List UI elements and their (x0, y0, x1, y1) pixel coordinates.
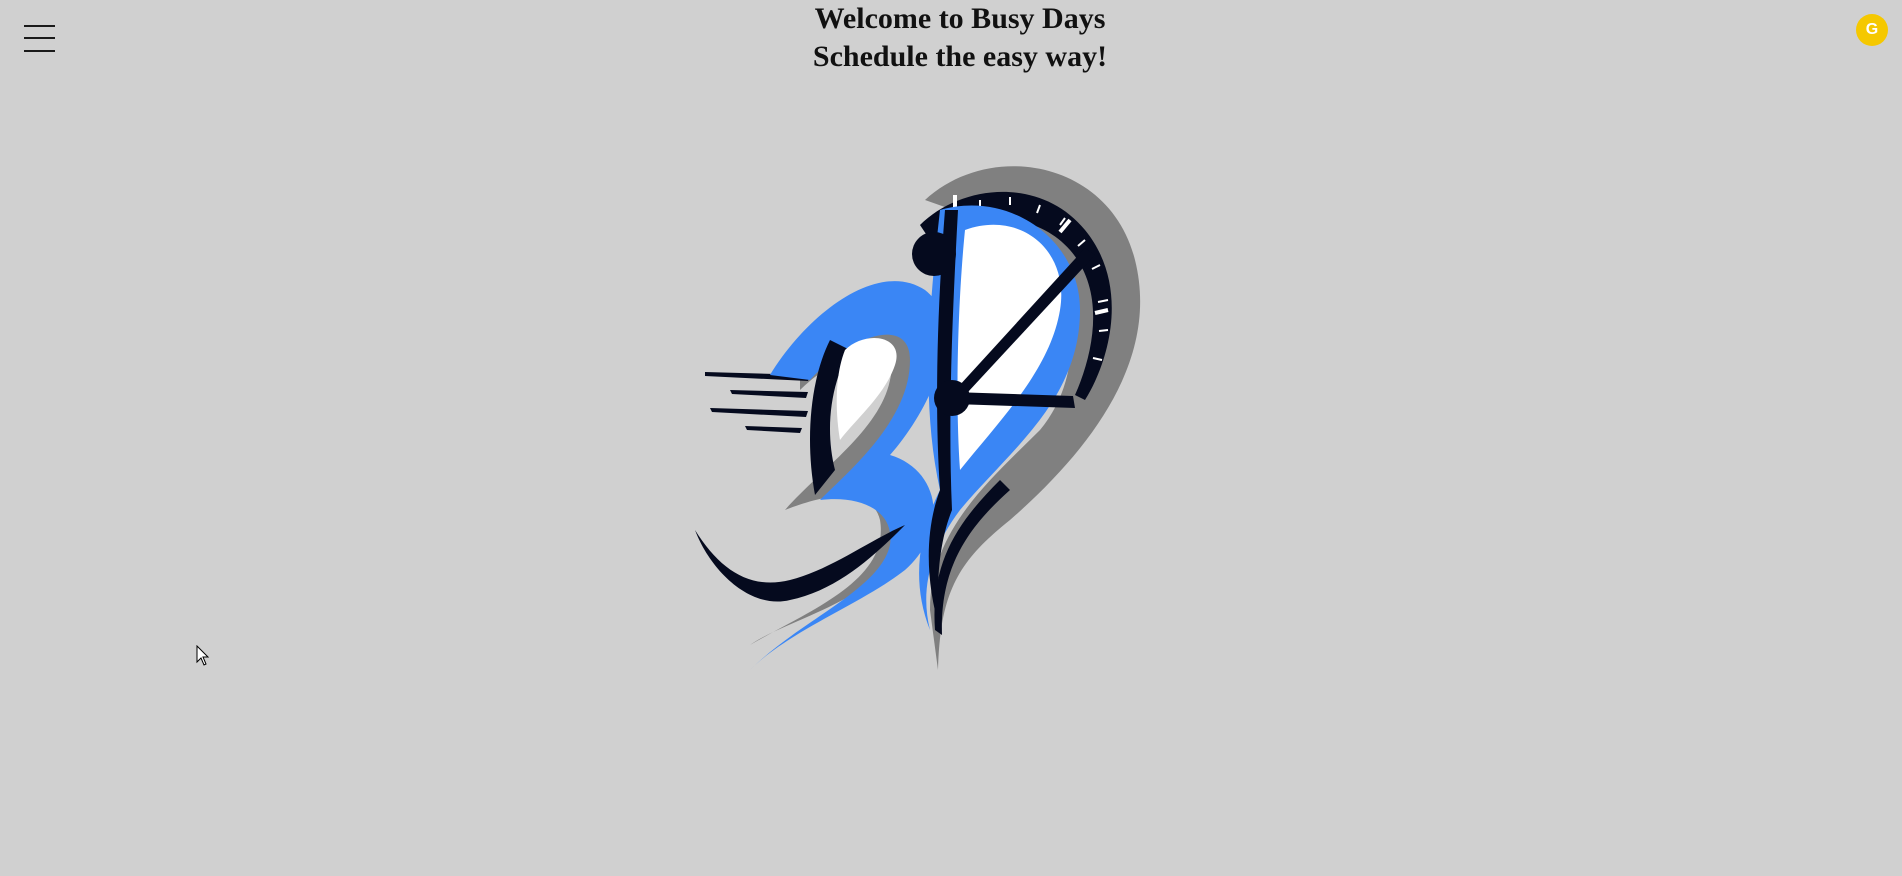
user-avatar[interactable]: G (1856, 14, 1888, 46)
tagline: Schedule the easy way! (812, 40, 1108, 73)
welcome-title: Welcome to Busy Days (814, 2, 1106, 35)
mouse-cursor-icon (196, 645, 210, 666)
speed-lines (705, 372, 810, 433)
page-header: Welcome to Busy Days Schedule the easy w… (0, 0, 1902, 76)
page: Welcome to Busy Days Schedule the easy w… (0, 0, 1902, 876)
logo-b-blue (750, 281, 945, 670)
clock-center (934, 380, 970, 416)
busy-days-logo (690, 150, 1230, 730)
logo-dot (912, 232, 956, 276)
